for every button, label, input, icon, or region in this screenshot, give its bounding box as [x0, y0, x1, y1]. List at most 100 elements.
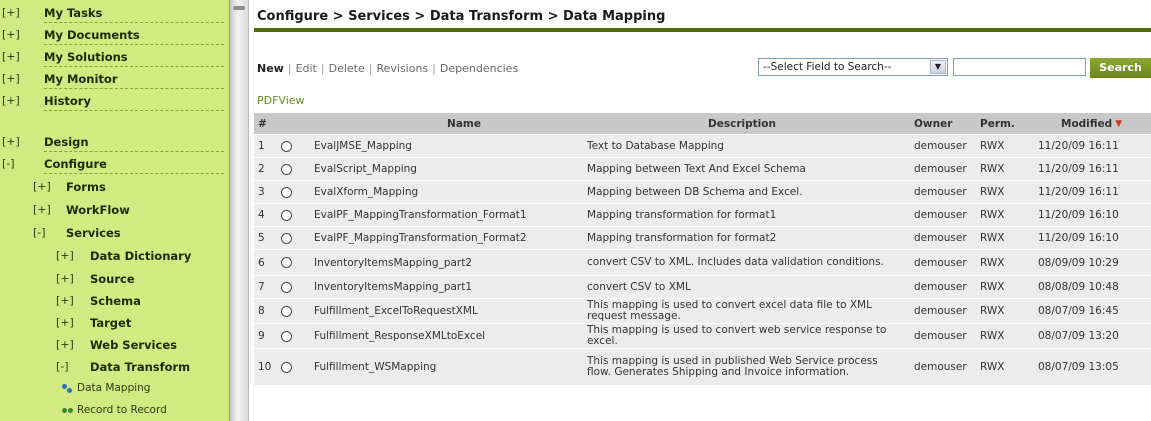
- collapse-toggle[interactable]: [-]: [33, 226, 46, 239]
- mapping-name[interactable]: EvalXform_Mapping: [314, 181, 418, 203]
- splitter-handle-icon[interactable]: [233, 6, 245, 10]
- edit-link[interactable]: Edit: [296, 62, 317, 75]
- panel-splitter[interactable]: [229, 0, 249, 421]
- row-select-radio[interactable]: [281, 276, 292, 298]
- row-select-radio[interactable]: [281, 158, 292, 180]
- expand-toggle[interactable]: [+]: [2, 6, 20, 19]
- radio-icon[interactable]: [281, 140, 292, 152]
- col-header-modified[interactable]: Modified ▼: [1061, 113, 1122, 134]
- row-select-radio[interactable]: [281, 299, 292, 323]
- nav-label[interactable]: Data Dictionary: [90, 249, 191, 263]
- nav-label[interactable]: Schema: [90, 294, 141, 308]
- table-row[interactable]: 7 InventoryItemsMapping_part1 convert CSV …: [254, 276, 1151, 299]
- table-row[interactable]: 2 EvalScript_Mapping Mapping between Text …: [254, 158, 1151, 181]
- mapping-name[interactable]: Fulfillment_WSMapping: [314, 349, 436, 385]
- search-input[interactable]: [953, 58, 1086, 76]
- row-select-radio[interactable]: [281, 349, 292, 385]
- radio-icon[interactable]: [281, 281, 292, 293]
- expand-toggle[interactable]: [+]: [33, 180, 51, 193]
- table-row[interactable]: 4 EvalPF_MappingTransformation_Format1 Map…: [254, 204, 1151, 227]
- permissions: RWX: [980, 305, 1005, 317]
- radio-icon[interactable]: [281, 361, 292, 373]
- nav-label[interactable]: My Tasks: [44, 6, 224, 23]
- row-select-radio[interactable]: [281, 204, 292, 226]
- owner: demouser: [914, 209, 967, 221]
- nav-label[interactable]: Record to Record: [77, 404, 167, 416]
- nav-label[interactable]: History: [44, 94, 224, 111]
- row-select-radio[interactable]: [281, 250, 292, 275]
- nav-label[interactable]: My Monitor: [44, 72, 224, 89]
- col-header-description[interactable]: Description: [587, 113, 897, 134]
- radio-icon[interactable]: [281, 330, 292, 342]
- table-row[interactable]: 8 Fulfillment_ExcelToRequestXML This mappi…: [254, 299, 1151, 324]
- row-select-radio[interactable]: [281, 135, 292, 157]
- radio-icon[interactable]: [281, 186, 292, 198]
- nav-label[interactable]: Source: [90, 272, 135, 286]
- table-row[interactable]: 6 InventoryItemsMapping_part2 convert CSV …: [254, 250, 1151, 276]
- table-row[interactable]: 9 Fulfillment_ResponseXMLtoExcel This mapp…: [254, 324, 1151, 349]
- chevron-down-icon[interactable]: ▼: [930, 60, 946, 74]
- search-field-select[interactable]: --Select Field to Search-- ▼: [758, 58, 948, 76]
- expand-toggle[interactable]: [+]: [56, 316, 74, 329]
- radio-icon[interactable]: [281, 305, 292, 317]
- row-select-radio[interactable]: [281, 181, 292, 203]
- pdfview-link[interactable]: PDFView: [257, 94, 305, 107]
- expand-toggle[interactable]: [+]: [2, 94, 20, 107]
- nav-label[interactable]: My Documents: [44, 28, 224, 45]
- col-header-owner[interactable]: Owner: [914, 113, 952, 134]
- permissions: RWX: [980, 140, 1005, 152]
- nav-item-record-to-record[interactable]: Record to Record: [60, 404, 167, 416]
- expand-toggle[interactable]: [+]: [33, 203, 51, 216]
- expand-toggle[interactable]: [+]: [2, 135, 20, 148]
- col-header-perm[interactable]: Perm.: [980, 113, 1015, 134]
- expand-toggle[interactable]: [+]: [56, 294, 74, 307]
- mapping-description: Text to Database Mapping: [587, 139, 724, 152]
- mapping-name[interactable]: Fulfillment_ResponseXMLtoExcel: [314, 324, 485, 348]
- mapping-name[interactable]: EvalJMSE_Mapping: [314, 135, 412, 157]
- table-row[interactable]: 5 EvalPF_MappingTransformation_Format2 Map…: [254, 227, 1151, 250]
- nav-label[interactable]: Data Mapping: [77, 382, 150, 394]
- radio-icon[interactable]: [281, 163, 292, 175]
- dependencies-link[interactable]: Dependencies: [440, 62, 518, 75]
- expand-toggle[interactable]: [+]: [2, 50, 20, 63]
- delete-link[interactable]: Delete: [329, 62, 365, 75]
- modified-label[interactable]: Modified: [1061, 118, 1112, 130]
- row-select-radio[interactable]: [281, 324, 292, 348]
- nav-label[interactable]: Data Transform: [90, 360, 190, 374]
- nav-item-data-mapping[interactable]: Data Mapping: [60, 382, 150, 394]
- nav-label[interactable]: Design: [44, 135, 224, 152]
- separator: |: [432, 62, 436, 75]
- expand-toggle[interactable]: [+]: [56, 338, 74, 351]
- revisions-link[interactable]: Revisions: [376, 62, 428, 75]
- radio-icon[interactable]: [281, 209, 292, 221]
- expand-toggle[interactable]: [+]: [2, 28, 20, 41]
- collapse-toggle[interactable]: [-]: [2, 157, 15, 170]
- table-row[interactable]: 1 EvalJMSE_Mapping Text to Database Mappin…: [254, 135, 1151, 158]
- search-button[interactable]: Search: [1090, 58, 1151, 78]
- mapping-name[interactable]: Fulfillment_ExcelToRequestXML: [314, 299, 478, 323]
- expand-toggle[interactable]: [+]: [56, 249, 74, 262]
- mapping-name[interactable]: InventoryItemsMapping_part1: [314, 276, 472, 298]
- mapping-name[interactable]: EvalScript_Mapping: [314, 158, 417, 180]
- row-number: 2: [258, 163, 265, 175]
- expand-toggle[interactable]: [+]: [2, 72, 20, 85]
- table-row[interactable]: 3 EvalXform_Mapping Mapping between DB Sch…: [254, 181, 1151, 204]
- new-link[interactable]: New: [257, 62, 284, 75]
- nav-label[interactable]: WorkFlow: [66, 203, 130, 217]
- table-row[interactable]: 10 Fulfillment_WSMapping This mapping is u…: [254, 349, 1151, 386]
- nav-label[interactable]: Target: [90, 316, 131, 330]
- radio-icon[interactable]: [281, 257, 292, 268]
- nav-label[interactable]: Web Services: [90, 338, 177, 352]
- row-select-radio[interactable]: [281, 227, 292, 249]
- modified-date: 11/20/09 16:10: [1038, 232, 1119, 244]
- radio-icon[interactable]: [281, 232, 292, 244]
- nav-label[interactable]: Services: [66, 226, 121, 240]
- mapping-name[interactable]: InventoryItemsMapping_part2: [314, 250, 472, 275]
- mapping-name[interactable]: EvalPF_MappingTransformation_Format2: [314, 227, 527, 249]
- nav-label[interactable]: My Solutions: [44, 50, 224, 67]
- expand-toggle[interactable]: [+]: [56, 272, 74, 285]
- nav-label[interactable]: Configure: [44, 157, 224, 174]
- mapping-name[interactable]: EvalPF_MappingTransformation_Format1: [314, 204, 527, 226]
- nav-label[interactable]: Forms: [66, 180, 106, 194]
- collapse-toggle[interactable]: [-]: [56, 360, 69, 373]
